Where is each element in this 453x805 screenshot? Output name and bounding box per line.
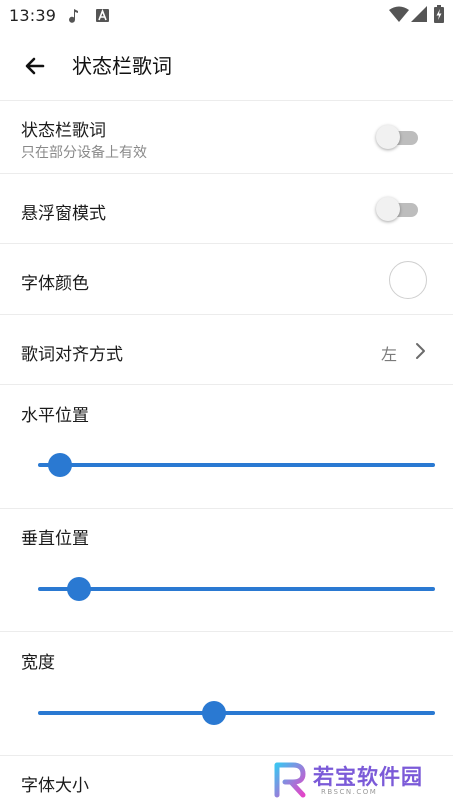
switch-thumb <box>376 197 400 221</box>
setting-title: 垂直位置 <box>21 529 89 549</box>
setting-subtitle: 只在部分设备上有效 <box>21 145 147 161</box>
music-note-icon <box>69 9 78 23</box>
divider <box>0 384 453 385</box>
battery-icon <box>434 5 444 23</box>
vertical-position-slider[interactable] <box>38 576 435 602</box>
rb-logo-icon <box>274 762 306 798</box>
signal-icon <box>411 6 427 22</box>
slider-thumb[interactable] <box>202 701 227 725</box>
width-slider[interactable] <box>38 700 435 726</box>
setting-title: 状态栏歌词 <box>21 121 106 141</box>
setting-title: 字体大小 <box>21 776 89 796</box>
status-time: 13:39 <box>9 6 57 25</box>
setting-title: 宽度 <box>21 653 55 673</box>
wifi-icon <box>389 6 409 22</box>
back-button[interactable] <box>14 46 56 86</box>
setting-title: 字体颜色 <box>21 274 89 294</box>
watermark-logo: 若宝软件园 RBSCN.COM <box>269 757 449 801</box>
status-bar: 13:39 <box>0 0 453 32</box>
divider <box>0 173 453 174</box>
divider <box>0 100 453 101</box>
a-box-icon <box>96 9 109 22</box>
slider-thumb[interactable] <box>47 453 72 477</box>
slider-rail <box>38 463 435 467</box>
setting-title: 水平位置 <box>21 406 89 426</box>
switch-thumb <box>376 125 400 149</box>
slider-rail <box>38 587 435 591</box>
slider-thumb[interactable] <box>66 577 91 601</box>
font-color-swatch[interactable] <box>389 261 427 299</box>
horizontal-position-slider[interactable] <box>38 452 435 478</box>
alignment-value: 左 <box>381 345 398 364</box>
page-title: 状态栏歌词 <box>72 54 172 78</box>
setting-title: 悬浮窗模式 <box>21 204 106 224</box>
divider <box>0 631 453 632</box>
watermark-url: RBSCN.COM <box>321 788 378 796</box>
divider <box>0 755 453 756</box>
divider <box>0 314 453 315</box>
app-bar: 状态栏歌词 <box>0 32 453 100</box>
floating-window-switch[interactable] <box>376 197 420 221</box>
arrow-back-icon <box>25 57 45 75</box>
divider <box>0 508 453 509</box>
divider <box>0 243 453 244</box>
slider-rail <box>38 711 435 715</box>
setting-title: 歌词对齐方式 <box>21 345 123 365</box>
chevron-right-icon <box>416 343 425 359</box>
status-bar-lyrics-switch[interactable] <box>376 125 420 149</box>
watermark-text: 若宝软件园 <box>313 765 423 789</box>
